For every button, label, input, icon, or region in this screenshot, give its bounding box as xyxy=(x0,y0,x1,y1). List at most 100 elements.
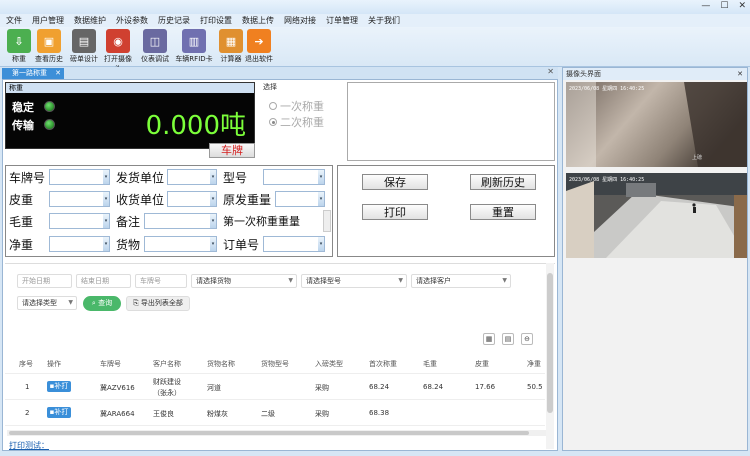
gross-input[interactable]: ▾ xyxy=(49,213,110,229)
dropdown-arrow-icon[interactable]: ▾ xyxy=(210,214,216,228)
reprint-button[interactable]: ▪补打 xyxy=(47,381,71,392)
dropdown-arrow-icon[interactable]: ▾ xyxy=(103,214,109,228)
goods-filter-select[interactable]: 请选择货物 ▼ xyxy=(191,274,297,288)
export-button[interactable]: ⎘ 导出列表全部 xyxy=(126,296,190,311)
menu-upload[interactable]: 数据上传 xyxy=(242,14,274,27)
dropdown-arrow-icon[interactable]: ▾ xyxy=(318,237,324,251)
select-label: 选择 xyxy=(263,83,277,91)
dropdown-arrow-icon[interactable]: ▾ xyxy=(103,237,109,251)
order-select[interactable]: ▾ xyxy=(263,236,325,252)
start-date-input[interactable]: 开始日期 xyxy=(17,274,72,288)
weight-value: 0.000吨 xyxy=(145,111,246,141)
remark-label: 备注 xyxy=(116,215,141,229)
radio-first-weigh[interactable]: 一次称重 xyxy=(269,98,324,114)
goods-select[interactable]: ▾ xyxy=(144,236,217,252)
grid-view-icon[interactable]: ▦ xyxy=(483,333,495,345)
remark-input[interactable]: ▾ xyxy=(144,213,217,229)
sender-label: 发货单位 xyxy=(116,171,165,185)
truck-icon: ▥ xyxy=(182,29,206,53)
dropdown-arrow-icon[interactable]: ▾ xyxy=(318,192,324,206)
scale-icon: ⇩ xyxy=(7,29,31,53)
customer-filter-select[interactable]: 请选择客户 ▼ xyxy=(411,274,511,288)
menu-about[interactable]: 关于我们 xyxy=(368,14,400,27)
print-test-link[interactable]: 打印测试： xyxy=(9,440,49,451)
tare-input[interactable]: ▾ xyxy=(49,191,110,207)
plate-label: 车牌号 xyxy=(9,171,46,185)
radio-icon xyxy=(269,102,277,110)
weigh-display: 称重 稳定 传输 0.000吨 xyxy=(5,82,255,149)
orig-weight-label: 原发重量 xyxy=(223,193,272,207)
history-button[interactable]: ▣ 查看历史 xyxy=(32,29,66,64)
tab-channel-1[interactable]: 第一路称重 ✕ xyxy=(2,68,64,79)
type-filter-select[interactable]: 请选择类型 ▼ xyxy=(17,296,77,310)
close-icon[interactable]: ✕ xyxy=(737,68,743,80)
model-filter-select[interactable]: 请选择型号 ▼ xyxy=(301,274,407,288)
chevron-down-icon: ▼ xyxy=(68,299,73,306)
reprint-button[interactable]: ▪补打 xyxy=(47,407,71,418)
dropdown-arrow-icon[interactable]: ▾ xyxy=(210,192,216,206)
menu-orders[interactable]: 订单管理 xyxy=(326,14,358,27)
model-label: 型号 xyxy=(223,171,248,185)
dropdown-arrow-icon[interactable]: ▾ xyxy=(318,170,324,184)
dropdown-arrow-icon[interactable]: ▾ xyxy=(103,192,109,206)
tab-close-icon[interactable]: ✕ xyxy=(55,68,61,79)
ticket-design-button[interactable]: ▤ 磅单设计 xyxy=(67,29,101,64)
weigh-button[interactable]: ⇩ 称重 xyxy=(2,29,36,64)
sender-select[interactable]: ▾ xyxy=(167,169,217,185)
table-row[interactable]: 1 ▪补打 冀AZV616 财跃建设 （张永） 河道 采购 68.24 68.24… xyxy=(5,374,545,400)
orig-weight-input[interactable]: ▾ xyxy=(275,191,325,207)
plate-select[interactable]: ▾ xyxy=(49,169,110,185)
save-button[interactable]: 保存 xyxy=(362,174,428,190)
scroll-thumb[interactable] xyxy=(547,273,553,413)
menu-data[interactable]: 数据维护 xyxy=(74,14,106,27)
vertical-scrollbar[interactable] xyxy=(546,263,554,449)
print-list-icon[interactable]: ▤ xyxy=(502,333,514,345)
form-scrollbar[interactable] xyxy=(323,210,331,232)
menu-file[interactable]: 文件 xyxy=(6,14,22,27)
menu-network[interactable]: 网络对接 xyxy=(284,14,316,27)
history-icon: ▣ xyxy=(37,29,61,53)
menu-users[interactable]: 用户管理 xyxy=(32,14,64,27)
transfer-label: 传输 xyxy=(12,119,34,132)
stable-led-icon xyxy=(44,101,55,112)
minimize-icon[interactable]: — xyxy=(701,1,710,11)
reset-button[interactable]: 重置 xyxy=(470,204,536,220)
radio-second-weigh[interactable]: 二次称重 xyxy=(269,114,324,130)
menu-history[interactable]: 历史记录 xyxy=(158,14,190,27)
order-label: 订单号 xyxy=(223,238,260,252)
horizontal-scrollbar[interactable] xyxy=(7,430,547,436)
rfid-button[interactable]: ▥ 车辆RFID卡 xyxy=(174,29,214,64)
end-date-input[interactable]: 结束日期 xyxy=(76,274,131,288)
exit-button[interactable]: ➔ 退出软件 xyxy=(242,29,276,64)
model-select[interactable]: ▾ xyxy=(263,169,325,185)
dropdown-arrow-icon[interactable]: ▾ xyxy=(103,170,109,184)
meter-debug-button[interactable]: ◫ 仪表调试 xyxy=(138,29,172,64)
scroll-thumb[interactable] xyxy=(9,431,529,435)
refresh-history-button[interactable]: 刷新历史 xyxy=(470,174,536,190)
table-row[interactable]: 2 ▪补打 冀ARA664 王俊良 粉煤灰 二级 采购 68.38 xyxy=(5,400,545,426)
query-button[interactable]: ⌕ 查询 xyxy=(83,296,121,311)
plate-button[interactable]: 车牌 xyxy=(209,143,255,158)
print-button[interactable]: 打印 xyxy=(362,204,428,220)
weigh-form: 车牌号 ▾ 发货单位 ▾ 型号 ▾ 皮重 ▾ 收货单位 ▾ 原发重量 ▾ 毛重 … xyxy=(5,165,333,257)
receiver-select[interactable]: ▾ xyxy=(167,191,217,207)
camera-feed-2 xyxy=(566,173,747,258)
menu-devices[interactable]: 外设参数 xyxy=(116,14,148,27)
net-input[interactable]: ▾ xyxy=(49,236,110,252)
printer-icon: ▤ xyxy=(72,29,96,53)
dropdown-arrow-icon[interactable]: ▾ xyxy=(210,170,216,184)
maximize-icon[interactable]: ☐ xyxy=(720,1,728,11)
tab-row: 第一路称重 ✕ ✕ xyxy=(0,67,558,79)
dropdown-arrow-icon[interactable]: ▾ xyxy=(210,237,216,251)
exit-icon: ➔ xyxy=(247,29,271,53)
panel-close-icon[interactable]: ✕ xyxy=(547,67,554,76)
close-icon[interactable]: ✕ xyxy=(738,1,746,11)
settings-icon[interactable]: ⊖ xyxy=(521,333,533,345)
plate-filter-input[interactable]: 车牌号 xyxy=(135,274,187,288)
tare-label: 皮重 xyxy=(9,193,34,207)
chevron-down-icon: ▼ xyxy=(288,277,293,284)
camera-panel-title: 摄像头界面 ✕ xyxy=(563,68,747,80)
camera-view-2: 2023/06/08 星期四 16:40:25 xyxy=(566,173,747,258)
stable-label: 稳定 xyxy=(12,101,34,114)
menu-print[interactable]: 打印设置 xyxy=(200,14,232,27)
